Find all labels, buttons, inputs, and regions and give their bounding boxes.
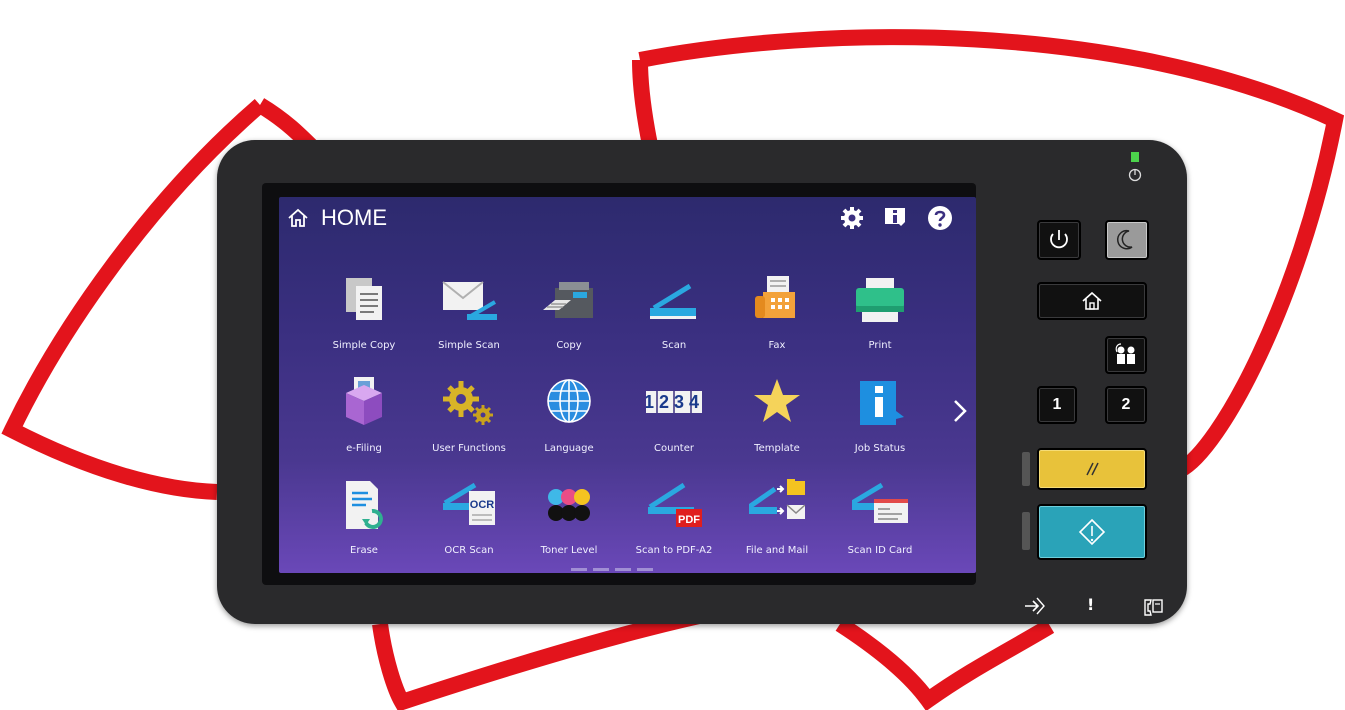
tile-scan-id-card[interactable]: Scan ID Card	[830, 477, 930, 567]
scan-to-pdf-icon: PDF	[648, 482, 702, 527]
tile-label: Toner Level	[540, 545, 598, 556]
preset-1-label: 1	[1052, 396, 1062, 413]
tile-toner-level[interactable]: Toner Level	[519, 477, 619, 567]
toner-level-icon	[548, 489, 590, 521]
help-icon[interactable]	[927, 205, 953, 231]
power-led-indicator	[1128, 152, 1142, 182]
tile-label: User Functions	[432, 443, 506, 454]
data-receive-icon	[1025, 597, 1045, 615]
home-header: HOME	[279, 197, 976, 241]
ocr-text: OCR	[470, 499, 495, 511]
error-exclaim-icon: !	[1087, 595, 1095, 614]
users-icon	[1115, 343, 1135, 364]
power-icon	[1050, 230, 1068, 249]
settings-gear-icon[interactable]	[839, 205, 865, 231]
counter-digits: 1234	[646, 392, 702, 412]
page-indicator	[279, 567, 976, 573]
tile-label: File and Mail	[745, 545, 809, 556]
template-star-icon	[754, 379, 800, 422]
pdf-text: PDF	[678, 514, 700, 526]
tile-job-status[interactable]: Job Status	[830, 375, 930, 465]
user-functions-icon	[443, 381, 493, 425]
tile-label: Erase	[350, 545, 378, 556]
tile-label: Copy	[556, 340, 582, 351]
print-icon	[856, 278, 904, 322]
home-icon	[1082, 291, 1102, 310]
tile-ocr-scan[interactable]: OCR OCR Scan	[419, 477, 519, 567]
tile-label: Language	[544, 443, 594, 454]
simple-scan-icon	[442, 281, 497, 320]
tile-user-functions[interactable]: User Functions	[419, 375, 519, 465]
start-button[interactable]	[1037, 504, 1147, 560]
clear-button[interactable]	[1037, 448, 1147, 490]
page-title: HOME	[321, 205, 387, 230]
tile-print[interactable]: Print	[830, 272, 930, 362]
tile-label: Scan ID Card	[847, 545, 913, 556]
ocr-scan-icon: OCR	[443, 482, 495, 525]
tile-label: e-Filing	[346, 443, 382, 454]
user-login-button[interactable]	[1105, 336, 1147, 374]
fax-icon	[755, 276, 795, 318]
tile-file-and-mail[interactable]: File and Mail	[727, 477, 827, 567]
preset-button-1[interactable]: 1	[1037, 386, 1077, 424]
tile-label: Counter	[654, 443, 694, 454]
tile-scan[interactable]: Scan	[624, 272, 724, 362]
home-button[interactable]	[1037, 282, 1147, 320]
tile-copy[interactable]: Copy	[519, 272, 619, 362]
language-globe-icon	[547, 379, 591, 423]
tile-label: Job Status	[854, 443, 906, 454]
tile-label: Scan to PDF-A2	[635, 545, 713, 556]
start-diamond-icon	[1078, 518, 1106, 546]
scan-icon	[650, 283, 696, 319]
home-icon[interactable]	[287, 207, 309, 229]
simple-copy-icon	[346, 278, 382, 320]
next-page-arrow-icon[interactable]	[949, 393, 971, 429]
clear-led	[1022, 452, 1030, 486]
tile-label: Fax	[768, 340, 786, 351]
tile-simple-copy[interactable]: Simple Copy	[314, 272, 414, 362]
tile-label: Simple Copy	[332, 340, 396, 351]
file-and-mail-icon	[749, 479, 805, 519]
copy-icon	[543, 282, 593, 318]
printer-control-panel: HOME Simple Copy Simple Scan Copy Scan F…	[217, 140, 1187, 624]
tile-fax[interactable]: Fax	[727, 272, 827, 362]
tile-template[interactable]: Template	[727, 375, 827, 465]
preset-button-2[interactable]: 2	[1105, 386, 1147, 424]
tile-scan-to-pdf[interactable]: PDF Scan to PDF-A2	[624, 477, 724, 567]
tile-e-filing[interactable]: e-Filing	[314, 375, 414, 465]
sleep-button[interactable]	[1105, 220, 1149, 260]
tile-language[interactable]: Language	[519, 375, 619, 465]
info-icon[interactable]	[882, 205, 908, 231]
tile-erase[interactable]: Erase	[314, 477, 414, 567]
fax-memory-icon	[1144, 599, 1163, 616]
start-led	[1022, 512, 1030, 550]
job-status-icon	[860, 381, 904, 425]
tile-label: Simple Scan	[438, 340, 500, 351]
tile-counter[interactable]: 1234 Counter	[624, 375, 724, 465]
tile-simple-scan[interactable]: Simple Scan	[419, 272, 519, 362]
clear-slash-icon	[1086, 462, 1099, 476]
counter-icon: 1234	[646, 391, 702, 413]
preset-2-label: 2	[1121, 396, 1131, 413]
erase-icon	[346, 481, 383, 529]
moon-icon	[1116, 229, 1133, 250]
tile-label: Scan	[661, 340, 687, 351]
touch-screen: HOME Simple Copy Simple Scan Copy Scan F…	[279, 197, 976, 573]
tile-label: Print	[868, 340, 892, 351]
e-filing-icon	[346, 377, 382, 425]
scan-id-card-icon	[852, 482, 908, 523]
tile-label: OCR Scan	[444, 545, 494, 556]
power-button[interactable]	[1037, 220, 1081, 260]
tile-label: Template	[754, 443, 800, 454]
